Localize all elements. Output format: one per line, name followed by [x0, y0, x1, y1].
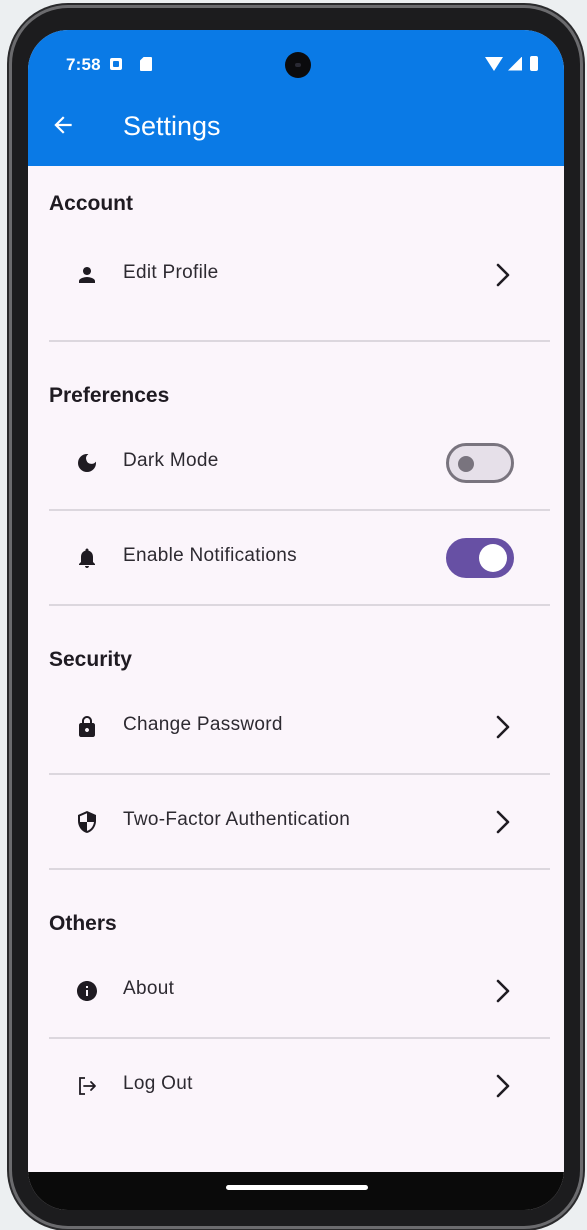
system-navigation-bar — [28, 1172, 564, 1210]
section-header-others: Others — [49, 912, 117, 935]
section-header-preferences: Preferences — [49, 384, 170, 407]
camera-cutout — [285, 52, 311, 78]
switch-knob — [458, 456, 474, 472]
settings-item-two-factor[interactable]: Two-Factor Authentication — [49, 783, 550, 861]
sd-card-icon — [140, 57, 152, 71]
home-gesture-handle[interactable] — [226, 1185, 368, 1190]
divider — [49, 773, 550, 775]
bell-icon — [74, 545, 100, 571]
settings-item-label: Dark Mode — [123, 450, 219, 471]
chevron-right-icon — [496, 979, 510, 1003]
chevron-right-icon — [496, 1074, 510, 1098]
info-icon — [74, 978, 100, 1004]
arrow-back-icon — [54, 116, 72, 134]
settings-item-label: About — [123, 978, 175, 999]
settings-item-label: Two-Factor Authentication — [123, 809, 351, 830]
status-time: 7:58 — [66, 55, 101, 74]
phone-frame: 7:58 Settings Account Edit Profile Prefe… — [12, 8, 580, 1226]
app-bar: 7:58 Settings — [28, 30, 564, 166]
sim-notification-icon — [110, 58, 122, 70]
divider — [49, 509, 550, 511]
settings-item-enable-notifications[interactable]: Enable Notifications — [49, 519, 550, 597]
signal-icon — [508, 56, 522, 71]
switch-knob — [479, 544, 507, 572]
page-title: Settings — [123, 111, 221, 141]
settings-item-dark-mode[interactable]: Dark Mode — [49, 424, 550, 502]
divider — [49, 340, 550, 342]
settings-item-label: Enable Notifications — [123, 545, 297, 566]
dark-mode-switch[interactable] — [446, 443, 514, 483]
chevron-right-icon — [496, 263, 510, 287]
settings-item-change-password[interactable]: Change Password — [49, 688, 550, 766]
back-button[interactable] — [48, 110, 78, 140]
settings-item-label: Edit Profile — [123, 262, 219, 283]
divider — [49, 1037, 550, 1039]
person-icon — [74, 262, 100, 288]
device-background: 7:58 Settings Account Edit Profile Prefe… — [0, 0, 587, 1230]
settings-item-label: Log Out — [123, 1073, 193, 1094]
settings-item-about[interactable]: About — [49, 952, 550, 1030]
logout-icon — [74, 1073, 100, 1099]
section-header-security: Security — [49, 648, 132, 671]
settings-item-edit-profile[interactable]: Edit Profile — [49, 236, 550, 314]
screen: 7:58 Settings Account Edit Profile Prefe… — [28, 30, 564, 1210]
settings-item-log-out[interactable]: Log Out — [49, 1047, 550, 1125]
battery-icon — [530, 56, 538, 71]
shield-icon — [74, 809, 100, 835]
notifications-switch[interactable] — [446, 538, 514, 578]
moon-icon — [74, 450, 100, 476]
chevron-right-icon — [496, 715, 510, 739]
divider — [49, 604, 550, 606]
divider — [49, 868, 550, 870]
status-icons — [485, 56, 538, 71]
section-header-account: Account — [49, 192, 133, 215]
lock-icon — [74, 714, 100, 740]
settings-item-label: Change Password — [123, 714, 283, 735]
wifi-icon — [485, 56, 503, 71]
chevron-right-icon — [496, 810, 510, 834]
